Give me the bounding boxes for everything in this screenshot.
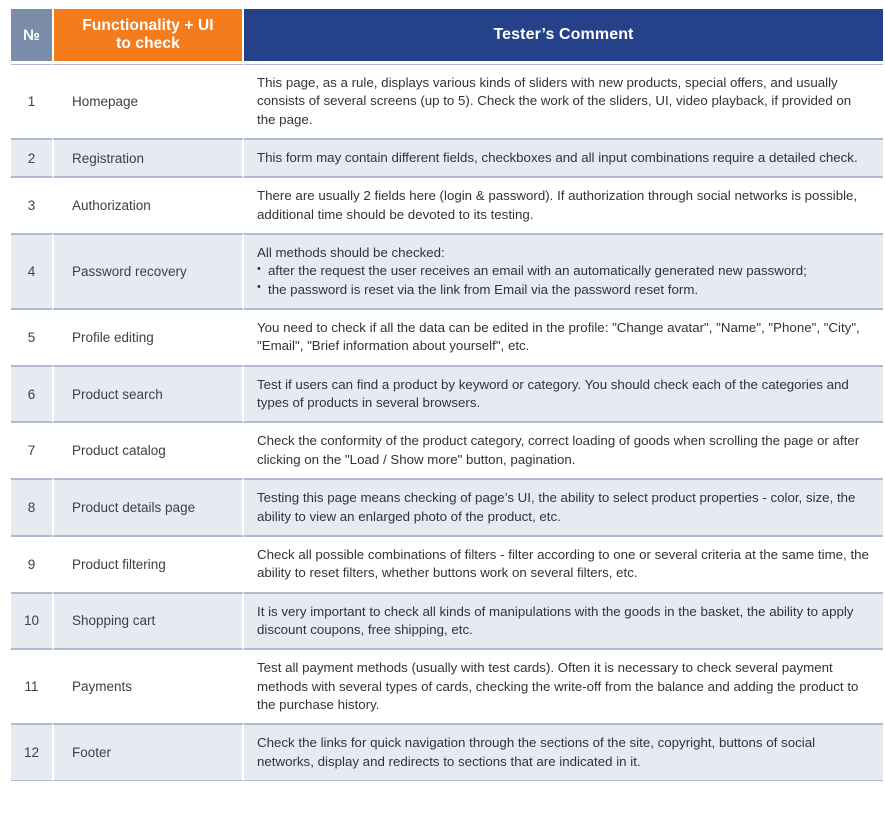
row-comment: This form may contain different fields, …: [244, 139, 883, 178]
row-comment: This page, as a rule, displays various k…: [244, 64, 883, 140]
row-functionality: Product details page: [52, 479, 244, 536]
row-functionality: Footer: [52, 724, 244, 781]
row-number: 4: [11, 234, 52, 310]
comment-bullet-list: after the request the user receives an e…: [257, 262, 869, 299]
row-number: 10: [11, 592, 52, 650]
table-row: 5 Profile editing You need to check if a…: [11, 309, 883, 366]
row-comment: Testing this page means checking of page…: [244, 479, 883, 536]
comment-lead: All methods should be checked:: [257, 245, 445, 261]
table-row: 12 Footer Check the links for quick navi…: [11, 724, 883, 781]
column-header-functionality-line1: Functionality + UI: [82, 17, 214, 35]
table-row: 3 Authorization There are usually 2 fiel…: [11, 177, 883, 235]
row-number: 12: [11, 724, 52, 781]
row-comment: It is very important to check all kinds …: [244, 592, 883, 650]
checklist-document: № Functionality + UI to check Tester’s C…: [0, 0, 885, 814]
table-row: 10 Shopping cart It is very important to…: [11, 592, 883, 650]
qa-checklist-table: № Functionality + UI to check Tester’s C…: [11, 9, 883, 781]
row-comment: Check the links for quick navigation thr…: [244, 724, 883, 781]
column-header-functionality-line2: to check: [116, 35, 180, 52]
row-functionality: Shopping cart: [52, 592, 244, 650]
row-number: 8: [11, 479, 52, 536]
row-number: 11: [11, 649, 52, 725]
row-comment: All methods should be checked: after the…: [244, 234, 883, 310]
table-row: 8 Product details page Testing this page…: [11, 479, 883, 536]
row-functionality: Product filtering: [52, 535, 244, 593]
row-functionality: Registration: [52, 139, 244, 178]
row-comment: There are usually 2 fields here (login &…: [244, 177, 883, 235]
row-functionality: Password recovery: [52, 234, 244, 310]
table-body: 1 Homepage This page, as a rule, display…: [11, 64, 883, 781]
row-number: 5: [11, 309, 52, 366]
row-number: 2: [11, 139, 52, 178]
row-number: 6: [11, 365, 52, 423]
table-row: 2 Registration This form may contain dif…: [11, 139, 883, 178]
row-functionality: Homepage: [52, 64, 244, 140]
column-header-number: №: [11, 9, 52, 64]
table-row: 11 Payments Test all payment methods (us…: [11, 649, 883, 725]
row-number: 3: [11, 177, 52, 235]
row-functionality: Authorization: [52, 177, 244, 235]
table-row: 1 Homepage This page, as a rule, display…: [11, 64, 883, 140]
row-comment: Test if users can find a product by keyw…: [244, 365, 883, 423]
table-row: 9 Product filtering Check all possible c…: [11, 535, 883, 593]
table-header: № Functionality + UI to check Tester’s C…: [11, 9, 883, 64]
table-header-row: № Functionality + UI to check Tester’s C…: [11, 9, 883, 64]
row-comment: Test all payment methods (usually with t…: [244, 649, 883, 725]
table-row: 7 Product catalog Check the conformity o…: [11, 422, 883, 480]
row-comment: Check all possible combinations of filte…: [244, 535, 883, 593]
row-number: 1: [11, 64, 52, 140]
row-functionality: Profile editing: [52, 309, 244, 366]
row-number: 9: [11, 535, 52, 593]
row-functionality: Payments: [52, 649, 244, 725]
row-functionality: Product search: [52, 365, 244, 423]
column-header-comment: Tester’s Comment: [244, 9, 883, 64]
row-number: 7: [11, 422, 52, 480]
row-comment: Check the conformity of the product cate…: [244, 422, 883, 480]
row-functionality: Product catalog: [52, 422, 244, 480]
comment-bullet: after the request the user receives an e…: [257, 262, 869, 280]
table-row: 6 Product search Test if users can find …: [11, 365, 883, 423]
comment-bullet: the password is reset via the link from …: [257, 280, 869, 299]
table-row: 4 Password recovery All methods should b…: [11, 234, 883, 310]
row-comment: You need to check if all the data can be…: [244, 309, 883, 366]
column-header-functionality: Functionality + UI to check: [52, 9, 244, 64]
